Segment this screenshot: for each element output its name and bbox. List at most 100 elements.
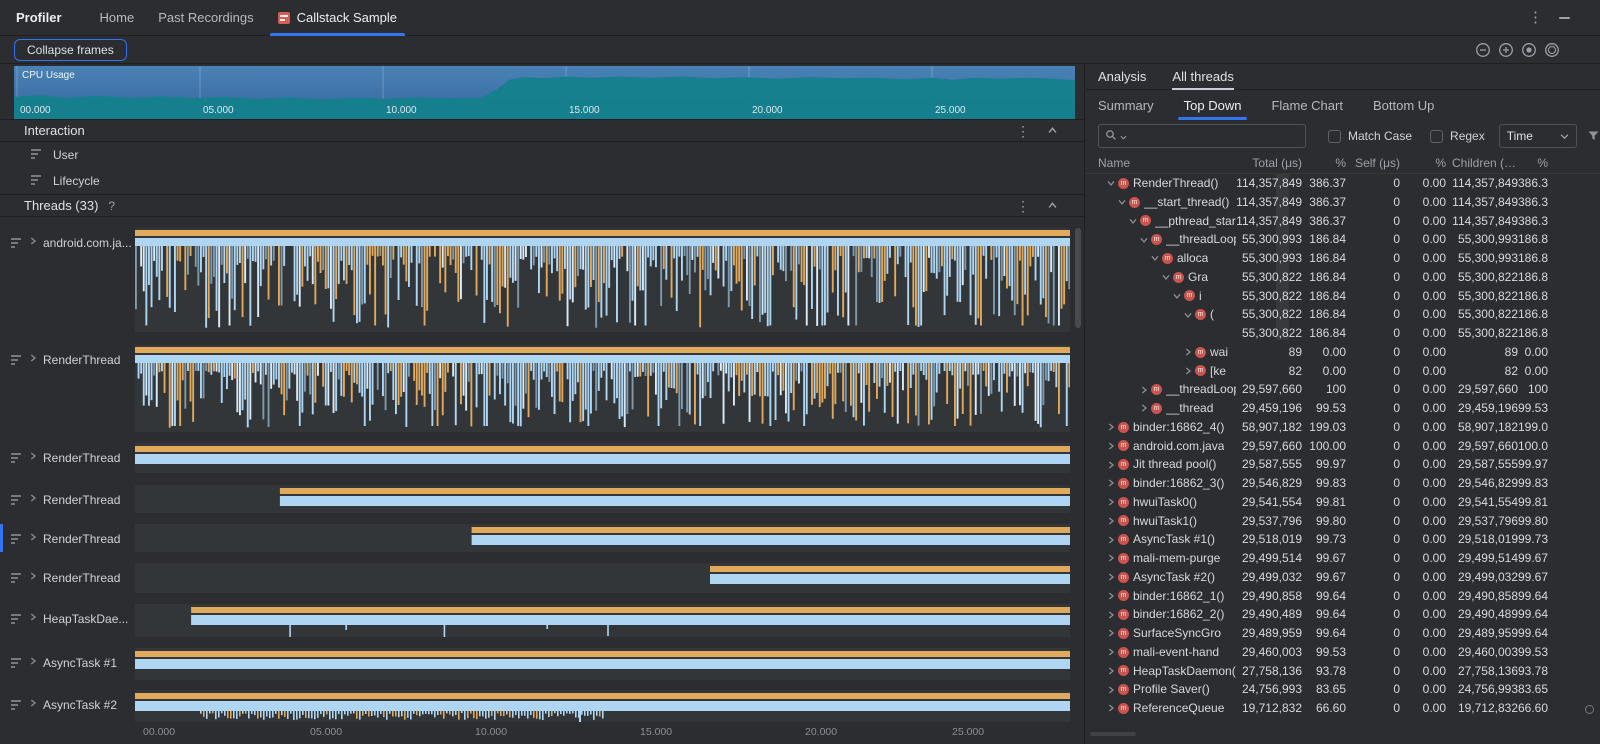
col-total[interactable]: Total (μs) [1236,156,1302,170]
table-row[interactable]: m(55,300,822186.8400.0055,300,822186.84 [1086,305,1600,324]
regex-checkbox[interactable] [1430,130,1443,143]
thread-state-chart[interactable] [135,228,1070,332]
threads-collapse-icon[interactable] [1048,201,1057,210]
table-row[interactable]: mbinder:16862_1()29,490,85899.6400.0029,… [1086,587,1600,606]
table-row[interactable]: mReferenceQueue19,712,83266.6000.0019,71… [1086,699,1600,718]
table-row[interactable]: mAsyncTask #1()29,518,01999.7300.0029,51… [1086,530,1600,549]
chevron-collapsed-icon[interactable] [1106,498,1116,506]
chevron-collapsed-icon[interactable] [1106,461,1116,469]
tab-all-threads[interactable]: All threads [1172,64,1233,90]
scroll-hint-icon[interactable] [1585,705,1594,714]
col-children-pct[interactable]: % [1518,156,1548,170]
chevron-collapsed-icon[interactable] [28,613,38,621]
chevron-collapsed-icon[interactable] [1183,367,1193,375]
table-row[interactable]: m__threadLoop()29,597,66010000.0029,597,… [1086,380,1600,399]
tab-past-recordings[interactable]: Past Recordings [146,0,265,36]
thread-state-chart[interactable] [135,485,1070,513]
chevron-collapsed-icon[interactable] [1139,404,1149,412]
thread-track-row[interactable]: AsyncTask #1 [0,648,1070,680]
table-row[interactable]: mbinder:16862_3()29,546,82999.8300.0029,… [1086,474,1600,493]
chevron-collapsed-icon[interactable] [1106,704,1116,712]
col-name[interactable]: Name [1098,156,1236,170]
thread-state-chart[interactable] [135,345,1070,432]
table-row[interactable]: m__start_thread()114,357,849386.3700.001… [1086,193,1600,212]
thread-track-row[interactable]: RenderThread [0,524,1070,552]
table-row[interactable]: 55,300,822186.8400.0055,300,822186.84 [1086,324,1600,343]
match-case-checkbox[interactable] [1328,130,1341,143]
kebab-menu-icon[interactable]: ⋮ [1528,10,1543,25]
table-row[interactable]: m__pthread_start()114,357,849386.3700.00… [1086,212,1600,231]
chevron-collapsed-icon[interactable] [28,354,38,362]
table-row[interactable]: mmali-mem-purge29,499,51499.6700.0029,49… [1086,549,1600,568]
search-history-icon[interactable] [1120,129,1127,144]
interaction-kebab-icon[interactable]: ⋮ [1016,124,1030,138]
table-row[interactable]: mSurfaceSyncGro29,489,95999.6400.0029,48… [1086,624,1600,643]
thread-track-row[interactable]: RenderThread [0,485,1070,513]
zoom-out-icon[interactable] [1475,42,1491,58]
threads-scrollbar-thumb[interactable] [1075,228,1081,328]
table-row[interactable]: mbinder:16862_4()58,907,182199.0300.0058… [1086,418,1600,437]
chevron-collapsed-icon[interactable] [1106,629,1116,637]
col-children[interactable]: Children (μs) [1446,156,1518,170]
thread-track-row[interactable]: RenderThread [0,345,1070,432]
table-row[interactable]: mAsyncTask #2()29,499,03299.6700.0029,49… [1086,568,1600,587]
chevron-expanded-icon[interactable] [1129,216,1137,226]
horizontal-scrollbar-thumb[interactable] [1090,732,1136,736]
threads-section-header[interactable]: Threads (33) ? ⋮ [0,194,1085,217]
search-input[interactable] [1130,129,1299,143]
zoom-to-selection-icon[interactable] [1544,42,1560,58]
chevron-collapsed-icon[interactable] [1106,592,1116,600]
thread-state-chart[interactable] [135,648,1070,680]
thread-state-chart[interactable] [135,443,1070,473]
tab-summary[interactable]: Summary [1098,90,1154,120]
chevron-collapsed-icon[interactable] [1106,423,1116,431]
table-row[interactable]: mwai890.0000.00890.00 [1086,343,1600,362]
tab-bottom-up[interactable]: Bottom Up [1373,90,1434,120]
chevron-collapsed-icon[interactable] [1106,536,1116,544]
table-row[interactable]: m__threadLoop()55,300,993186.8400.0055,3… [1086,230,1600,249]
tab-flame-chart[interactable]: Flame Chart [1271,90,1343,120]
thread-track-row[interactable]: RenderThread [0,443,1070,473]
chevron-collapsed-icon[interactable] [1106,479,1116,487]
col-self[interactable]: Self (μs) [1346,156,1400,170]
tab-home[interactable]: Home [88,0,147,36]
table-row[interactable]: malloca55,300,993186.8400.0055,300,99318… [1086,249,1600,268]
chevron-expanded-icon[interactable] [1184,310,1192,320]
interaction-row-lifecycle[interactable]: Lifecycle [0,168,1085,194]
table-row[interactable]: mRenderThread()114,357,849386.3700.00114… [1086,174,1600,193]
chevron-collapsed-icon[interactable] [28,237,38,245]
chevron-collapsed-icon[interactable] [28,572,38,580]
col-total-pct[interactable]: % [1302,156,1346,170]
time-filter-dropdown[interactable]: Time [1499,124,1577,148]
chevron-collapsed-icon[interactable] [1106,554,1116,562]
chevron-expanded-icon[interactable] [1140,235,1148,245]
table-row[interactable]: mhwuiTask1()29,537,79699.8000.0029,537,7… [1086,512,1600,531]
zoom-in-icon[interactable] [1498,42,1514,58]
threads-help-icon[interactable]: ? [108,199,115,213]
analysis-label[interactable]: Analysis [1098,64,1146,90]
chevron-collapsed-icon[interactable] [1106,667,1116,675]
chevron-expanded-icon[interactable] [1151,253,1159,263]
chevron-collapsed-icon[interactable] [1106,573,1116,581]
chevron-expanded-icon[interactable] [1118,197,1126,207]
chevron-collapsed-icon[interactable] [1139,386,1149,394]
table-header[interactable]: Name Total (μs) % Self (μs) % Children (… [1086,152,1600,174]
table-row[interactable]: mmali-event-hand29,460,00399.5300.0029,4… [1086,643,1600,662]
table-row[interactable]: mGra55,300,822186.8400.0055,300,822186.8… [1086,268,1600,287]
chevron-collapsed-icon[interactable] [28,494,38,502]
table-row[interactable]: mandroid.com.java29,597,660100.0000.0029… [1086,437,1600,456]
hide-window-icon[interactable] [1559,17,1570,19]
chevron-collapsed-icon[interactable] [28,657,38,665]
collapse-frames-button[interactable]: Collapse frames [14,39,127,61]
interaction-section-header[interactable]: Interaction ⋮ [0,119,1085,142]
chevron-expanded-icon[interactable] [1162,272,1170,282]
interaction-collapse-icon[interactable] [1048,126,1057,135]
chevron-collapsed-icon[interactable] [28,699,38,707]
thread-state-chart[interactable] [135,690,1070,722]
chevron-collapsed-icon[interactable] [1106,686,1116,694]
chevron-collapsed-icon[interactable] [1106,648,1116,656]
thread-track-row[interactable]: HeapTaskDae... [0,604,1070,637]
chevron-collapsed-icon[interactable] [1106,517,1116,525]
chevron-collapsed-icon[interactable] [1106,442,1116,450]
thread-track-row[interactable]: RenderThread [0,563,1070,593]
